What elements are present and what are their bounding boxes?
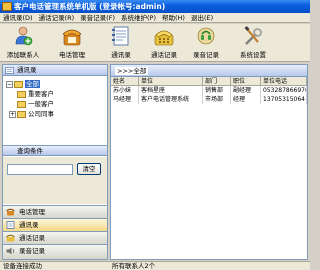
cell-name: 苏小妹 <box>111 86 139 95</box>
call-log-icon <box>154 25 174 47</box>
address-book-label: 通讯录 <box>111 51 131 59</box>
address-book-button[interactable]: 通讯录 <box>104 25 138 61</box>
folder-icon <box>17 110 26 118</box>
nav-label: 录音记录 <box>19 247 45 255</box>
call-log-icon <box>6 234 15 242</box>
tree-node-regular-clients[interactable]: 一般客户 <box>17 100 54 109</box>
menu-bar: 通讯录(D) 通话记录(R) 录音记录(F) 系统维护(P) 帮助(H) 退出(E) <box>0 13 310 23</box>
recording-log-button[interactable]: 录音记录 <box>188 25 224 61</box>
recording-icon <box>196 25 216 47</box>
menu-call-records[interactable]: 通话记录(R) <box>36 13 78 23</box>
search-conditions-title: 查询条件 <box>17 147 43 155</box>
cell-office-phone: 053287866976 <box>263 86 307 95</box>
phone-management-button[interactable]: 电话管理 <box>52 25 92 61</box>
cell-position: 副经理 <box>231 86 261 95</box>
cell-department: 销售部 <box>203 86 231 95</box>
cell-name: 马经理 <box>111 95 139 104</box>
tree-node-colleagues[interactable]: + 公司同事 <box>9 110 54 119</box>
device-status: 设备连接成功 <box>3 262 42 270</box>
menu-help[interactable]: 帮助(H) <box>159 13 188 23</box>
address-book-icon <box>5 67 14 74</box>
phone-icon <box>62 25 82 47</box>
address-book-pane-title: 通讯录 <box>17 66 37 74</box>
tree-node-label: 一般客户 <box>28 100 54 108</box>
tree-node-all-label: 全部 <box>25 80 40 88</box>
column-header-position[interactable]: 职位 <box>231 77 261 86</box>
cell-department: 市场部 <box>203 95 231 104</box>
cell-company: 客档星座 <box>139 86 203 95</box>
settings-icon <box>243 25 263 47</box>
address-book-icon <box>6 221 15 229</box>
nav-label: 通话记录 <box>19 234 45 242</box>
column-header-name[interactable]: 姓名 <box>111 77 139 86</box>
window-title: 客户电话管理系统单机版 (登录帐号:admin) <box>14 2 166 11</box>
toolbar: 添加联系人 电话管理 通讯录 通话记录 录音记录 系统设置 <box>0 24 310 62</box>
status-bar: 设备连接成功 所有联系人2个 <box>0 261 310 270</box>
collapse-icon[interactable]: − <box>6 80 13 88</box>
clear-button[interactable]: 清空 <box>77 163 101 175</box>
menu-exit[interactable]: 退出(E) <box>188 13 216 23</box>
menu-system-maintenance[interactable]: 系统维护(P) <box>118 13 159 23</box>
tree-node-label: 公司同事 <box>28 110 54 118</box>
contacts-pane: >>>全部 姓名 单位 部门 职位 单位电话 苏小妹 客档星座 销售部 副经理 … <box>110 64 308 260</box>
column-header-company[interactable]: 单位 <box>139 77 203 86</box>
tree-node-all[interactable]: − 全部 <box>6 80 40 89</box>
tree-node-important-clients[interactable]: 重要客户 <box>17 90 54 99</box>
add-contact-button[interactable]: 添加联系人 <box>2 25 44 61</box>
tree-node-label: 重要客户 <box>28 90 54 98</box>
contact-group-tree: − 全部 重要客户 一般客户 + 公司同事 <box>3 76 107 144</box>
search-area: 清空 <box>3 157 107 204</box>
call-log-label: 通话记录 <box>151 51 177 59</box>
address-book-icon <box>111 25 131 47</box>
folder-icon <box>14 80 23 88</box>
app-icon <box>2 2 12 11</box>
search-conditions-header: 查询条件 <box>3 145 107 156</box>
table-row[interactable]: 马经理 客户电话管理系统 市场部 经理 13705315064 <box>111 95 307 104</box>
nav-label: 通讯录 <box>19 221 39 229</box>
window-title-bar: 客户电话管理系统单机版 (登录帐号:admin) <box>0 0 310 13</box>
table-header: 姓名 单位 部门 职位 单位电话 <box>111 77 307 86</box>
contact-count-status: 所有联系人2个 <box>112 262 156 270</box>
address-book-pane-header: 通讯录 <box>3 65 107 76</box>
system-settings-label: 系统设置 <box>240 51 266 59</box>
search-input[interactable] <box>7 164 73 175</box>
recording-log-label: 录音记录 <box>193 51 219 59</box>
nav-address-book[interactable]: 通讯录 <box>3 218 107 231</box>
menu-recordings[interactable]: 录音记录(F) <box>77 13 118 23</box>
phone-management-label: 电话管理 <box>59 51 85 59</box>
cell-company: 客户电话管理系统 <box>139 95 203 104</box>
cell-position: 经理 <box>231 95 261 104</box>
expand-icon[interactable]: + <box>9 110 16 118</box>
left-pane: 通讯录 − 全部 重要客户 一般客户 + 公司同事 查询条件 清空 电话管理 通讯录… <box>2 64 108 260</box>
column-header-office-phone[interactable]: 单位电话 <box>261 77 307 86</box>
menu-address-book[interactable]: 通讯录(D) <box>0 13 36 23</box>
cell-office-phone: 13705315064 <box>263 95 307 104</box>
nav-label: 电话管理 <box>19 208 45 216</box>
breadcrumb: >>>全部 <box>111 65 307 77</box>
nav-phone-management[interactable]: 电话管理 <box>3 205 107 218</box>
phone-icon <box>6 208 15 216</box>
call-log-button[interactable]: 通话记录 <box>146 25 182 61</box>
system-settings-button[interactable]: 系统设置 <box>234 25 272 61</box>
contacts-table: 姓名 单位 部门 职位 单位电话 苏小妹 客档星座 销售部 副经理 053287… <box>111 77 307 104</box>
add-contact-icon <box>13 25 33 47</box>
speaker-icon <box>6 247 15 255</box>
table-row[interactable]: 苏小妹 客档星座 销售部 副经理 053287866976 <box>111 86 307 95</box>
folder-icon <box>17 90 26 98</box>
nav-call-records[interactable]: 通话记录 <box>3 231 107 244</box>
nav-recording-records[interactable]: 录音记录 <box>3 244 107 259</box>
add-contact-label: 添加联系人 <box>6 51 40 59</box>
breadcrumb-label: >>>全部 <box>115 67 149 75</box>
column-header-department[interactable]: 部门 <box>203 77 231 86</box>
folder-icon <box>17 100 26 108</box>
